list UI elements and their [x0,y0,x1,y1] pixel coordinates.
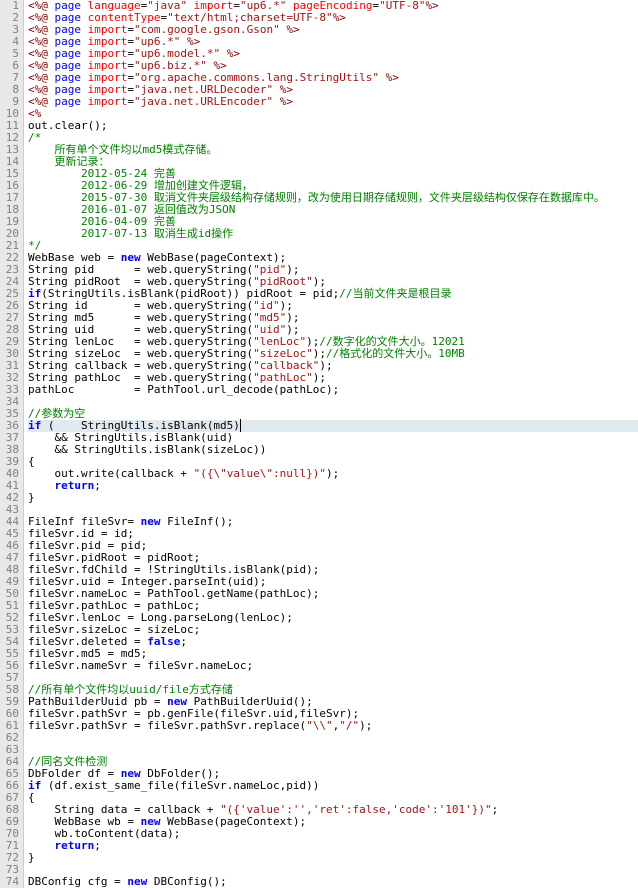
code-line[interactable]: 2017-07-13 取消生成id操作 [28,228,638,240]
code-line[interactable] [28,396,638,408]
code-line[interactable] [28,744,638,756]
code-line[interactable] [28,732,638,744]
code-line[interactable]: <%@ page import="java.net.URLEncoder" %> [28,96,638,108]
code-line[interactable]: out.write(callback + "({\"value\":null})… [28,468,638,480]
code-line[interactable]: out.clear(); [28,120,638,132]
line-number-gutter: 1234567891011121314151617181920212223242… [0,0,24,888]
code-line[interactable]: fileSvr.nameSvr = fileSvr.nameLoc; [28,660,638,672]
code-line[interactable]: return; [28,480,638,492]
code-line[interactable]: if (df.exist_same_file(fileSvr.nameLoc,p… [28,780,638,792]
code-line[interactable]: } [28,492,638,504]
code-line[interactable]: <% [28,108,638,120]
code-line[interactable]: pathLoc = PathTool.url_decode(pathLoc); [28,384,638,396]
code-line[interactable]: wb.toContent(data); [28,828,638,840]
code-editor[interactable]: <%@ page language="java" import="up6.*" … [24,0,638,888]
code-line[interactable]: && StringUtils.isBlank(sizeLoc)) [28,444,638,456]
code-line[interactable]: 所有单个文件均以md5模式存储。 [28,144,638,156]
line-number: 74 [4,876,19,888]
code-line[interactable]: return; [28,840,638,852]
code-line[interactable]: } [28,852,638,864]
code-line[interactable]: DBConfig cfg = new DBConfig(); [28,876,638,888]
code-line[interactable]: fileSvr.pathSvr = fileSvr.pathSvr.replac… [28,720,638,732]
